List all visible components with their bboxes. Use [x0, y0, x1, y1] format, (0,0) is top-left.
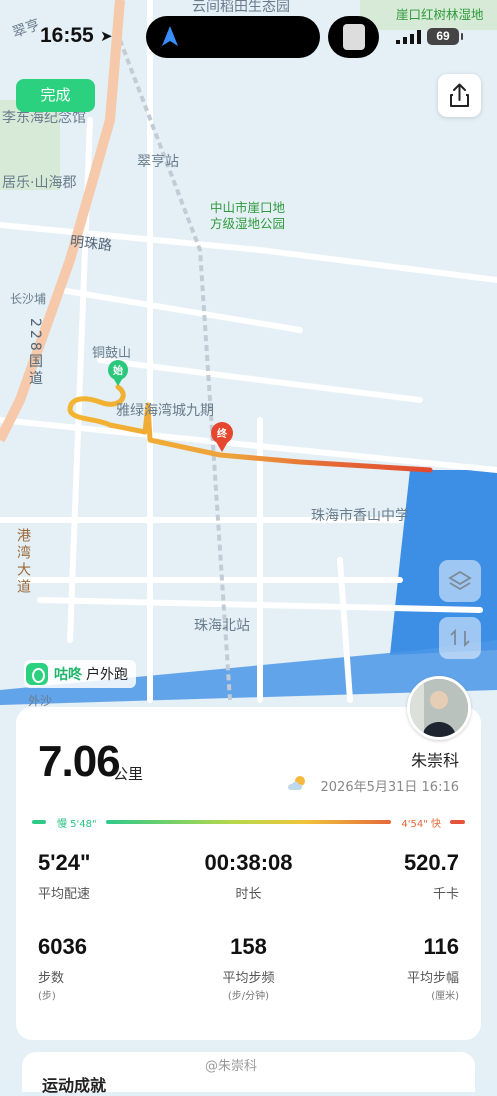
map-label-gangwan: 港湾大道	[15, 528, 31, 596]
map-layers-button[interactable]	[439, 560, 481, 602]
cellular-signal-icon	[396, 30, 421, 44]
status-time: 16:55	[40, 24, 94, 47]
avatar-photo-icon	[410, 679, 468, 737]
brand-name: 咕咚	[54, 667, 82, 683]
navigation-icon	[162, 26, 178, 46]
done-button[interactable]: 完成	[16, 79, 95, 112]
battery-level: 69	[427, 28, 459, 45]
stride-label: 平均步幅	[406, 971, 459, 986]
live-activity[interactable]	[328, 16, 379, 58]
weibo-watermark: @朱崇科	[205, 1059, 258, 1074]
user-avatar[interactable]	[407, 676, 471, 740]
distance-value: 7.06	[38, 737, 121, 786]
pace-fast-label: 4'54" 快	[401, 819, 441, 830]
location-arrow-icon: ➤	[100, 27, 113, 45]
activity-datetime: 2026年5月31日 16:16	[320, 780, 460, 795]
summary-card: 7.06 公里 朱崇科 2026年5月31日 16:16 慢 5'48" 4'5…	[16, 676, 481, 1040]
achievements-title: 运动成就	[42, 1076, 107, 1095]
stride-value: 116	[423, 934, 460, 959]
share-button[interactable]	[438, 74, 481, 117]
map-label-juling: 居乐·山海郡	[2, 175, 77, 191]
share-icon	[450, 83, 469, 107]
distance-unit: 公里	[113, 765, 144, 783]
swap-arrows-icon	[450, 628, 470, 648]
battery-tip	[461, 33, 463, 40]
cadence-unit: (步/分钟)	[227, 991, 270, 1002]
start-marker-label: 始	[113, 366, 123, 377]
user-name: 朱崇科	[410, 751, 459, 770]
map-label-haiwan: 雅绿海湾城九期	[116, 403, 214, 419]
map-label-zhuhai-north: 珠海北站	[194, 618, 250, 634]
codoon-logo-icon	[26, 663, 48, 685]
map-label-changshapu: 长沙埔	[10, 292, 47, 306]
map-label-mingzhu-road: 明珠路	[69, 233, 113, 255]
map-label-wetland-park: 中山市崖口地方级湿地公园	[210, 200, 286, 231]
map-label-tonggushan: 铜鼓山	[92, 346, 132, 361]
map-label-station: 翠亨站	[137, 154, 179, 170]
map-direction-button[interactable]	[439, 617, 481, 659]
calories-label: 千卡	[432, 887, 459, 902]
activity-type: 户外跑	[86, 667, 128, 683]
end-marker-label: 终	[217, 429, 227, 440]
stride-unit: (厘米)	[431, 991, 459, 1002]
pace-slow-label: 慢 5'48"	[57, 819, 97, 830]
duration-label: 时长	[235, 887, 262, 902]
cadence-value: 158	[230, 934, 267, 959]
status-bar: 16:55 ➤ 69	[0, 0, 497, 70]
calories-value: 520.7	[403, 850, 459, 875]
map-label-national-road: 228国道	[27, 318, 43, 388]
map-label-school: 珠海市香山中学	[311, 508, 409, 524]
partly-cloudy-icon	[288, 776, 305, 790]
app-brand: 咕咚 户外跑	[24, 660, 136, 688]
layers-icon	[448, 570, 472, 591]
dynamic-island[interactable]	[146, 16, 320, 58]
app-thumbnail-icon	[343, 24, 365, 50]
